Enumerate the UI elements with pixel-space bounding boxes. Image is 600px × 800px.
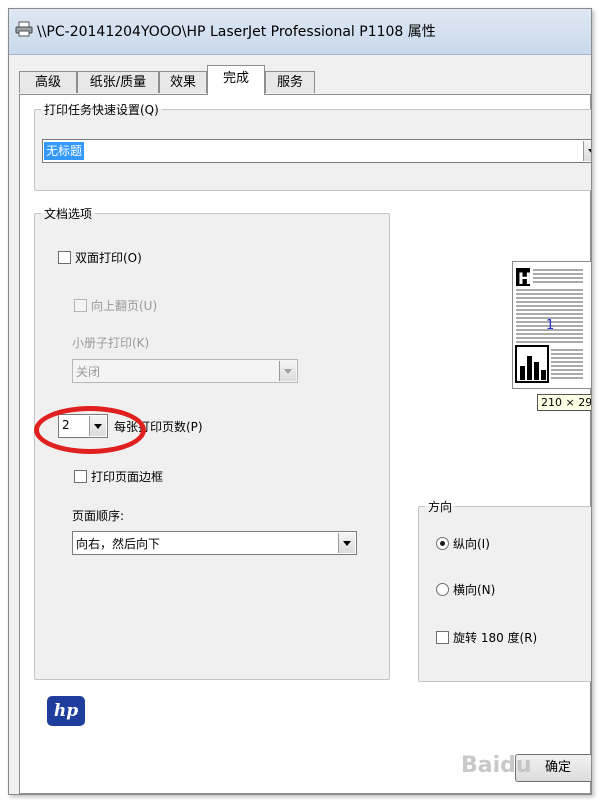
flip-up-checkbox[interactable]: [74, 299, 87, 312]
quickset-value: 无标题: [44, 142, 85, 160]
annotation-circle: [34, 406, 146, 454]
print-borders-label[interactable]: 打印页面边框: [91, 468, 163, 485]
title-bar: \\PC-20141204YOOO\HP LaserJet Profession…: [9, 9, 591, 55]
quickset-combo[interactable]: 无标题: [42, 139, 591, 163]
tab-paper-quality[interactable]: 纸张/质量: [77, 71, 159, 93]
portrait-label[interactable]: 纵向(I): [453, 535, 490, 552]
hp-logo: hp: [47, 696, 85, 726]
quickset-legend: 打印任务快速设置(Q): [44, 103, 159, 117]
rotate-180-checkbox[interactable]: [436, 631, 449, 644]
tab-advanced[interactable]: 高级: [19, 71, 77, 93]
orientation-legend: 方向: [428, 500, 453, 514]
chevron-down-icon[interactable]: [279, 361, 296, 381]
preview-page-number: 1: [546, 318, 555, 333]
booklet-combo[interactable]: 关闭: [72, 359, 298, 383]
duplex-checkbox[interactable]: [58, 251, 71, 264]
print-borders-checkbox[interactable]: [74, 470, 87, 483]
chevron-down-icon[interactable]: [583, 141, 591, 161]
properties-window: \\PC-20141204YOOO\HP LaserJet Profession…: [8, 8, 592, 795]
booklet-label: 小册子打印(K): [72, 336, 150, 350]
window-title: \\PC-20141204YOOO\HP LaserJet Profession…: [37, 24, 436, 40]
paper-size-label: 210 × 297 毫: [537, 394, 591, 411]
hp-logo-text: hp: [53, 701, 79, 721]
flip-up-label[interactable]: 向上翻页(U): [91, 297, 157, 314]
booklet-value: 关闭: [76, 365, 101, 379]
page-order-value: 向右，然后向下: [76, 537, 161, 551]
chevron-down-icon[interactable]: [338, 533, 355, 553]
landscape-label[interactable]: 横向(N): [453, 581, 495, 598]
tab-services[interactable]: 服务: [265, 71, 315, 93]
baidu-watermark: Baidu: [461, 753, 532, 778]
svg-text:H: H: [518, 269, 531, 288]
document-options-legend: 文档选项: [44, 207, 93, 221]
page-order-combo[interactable]: 向右，然后向下: [72, 531, 357, 555]
tab-finishing[interactable]: 完成: [207, 65, 265, 95]
printer-icon: [15, 21, 33, 37]
duplex-label[interactable]: 双面打印(O): [75, 249, 142, 266]
page-preview: H 1: [512, 261, 591, 389]
landscape-radio[interactable]: [436, 583, 449, 596]
tab-effects[interactable]: 效果: [159, 71, 207, 93]
portrait-radio[interactable]: [436, 537, 449, 550]
page-order-label: 页面顺序:: [72, 509, 125, 523]
rotate-180-label[interactable]: 旋转 180 度(R): [453, 629, 537, 646]
